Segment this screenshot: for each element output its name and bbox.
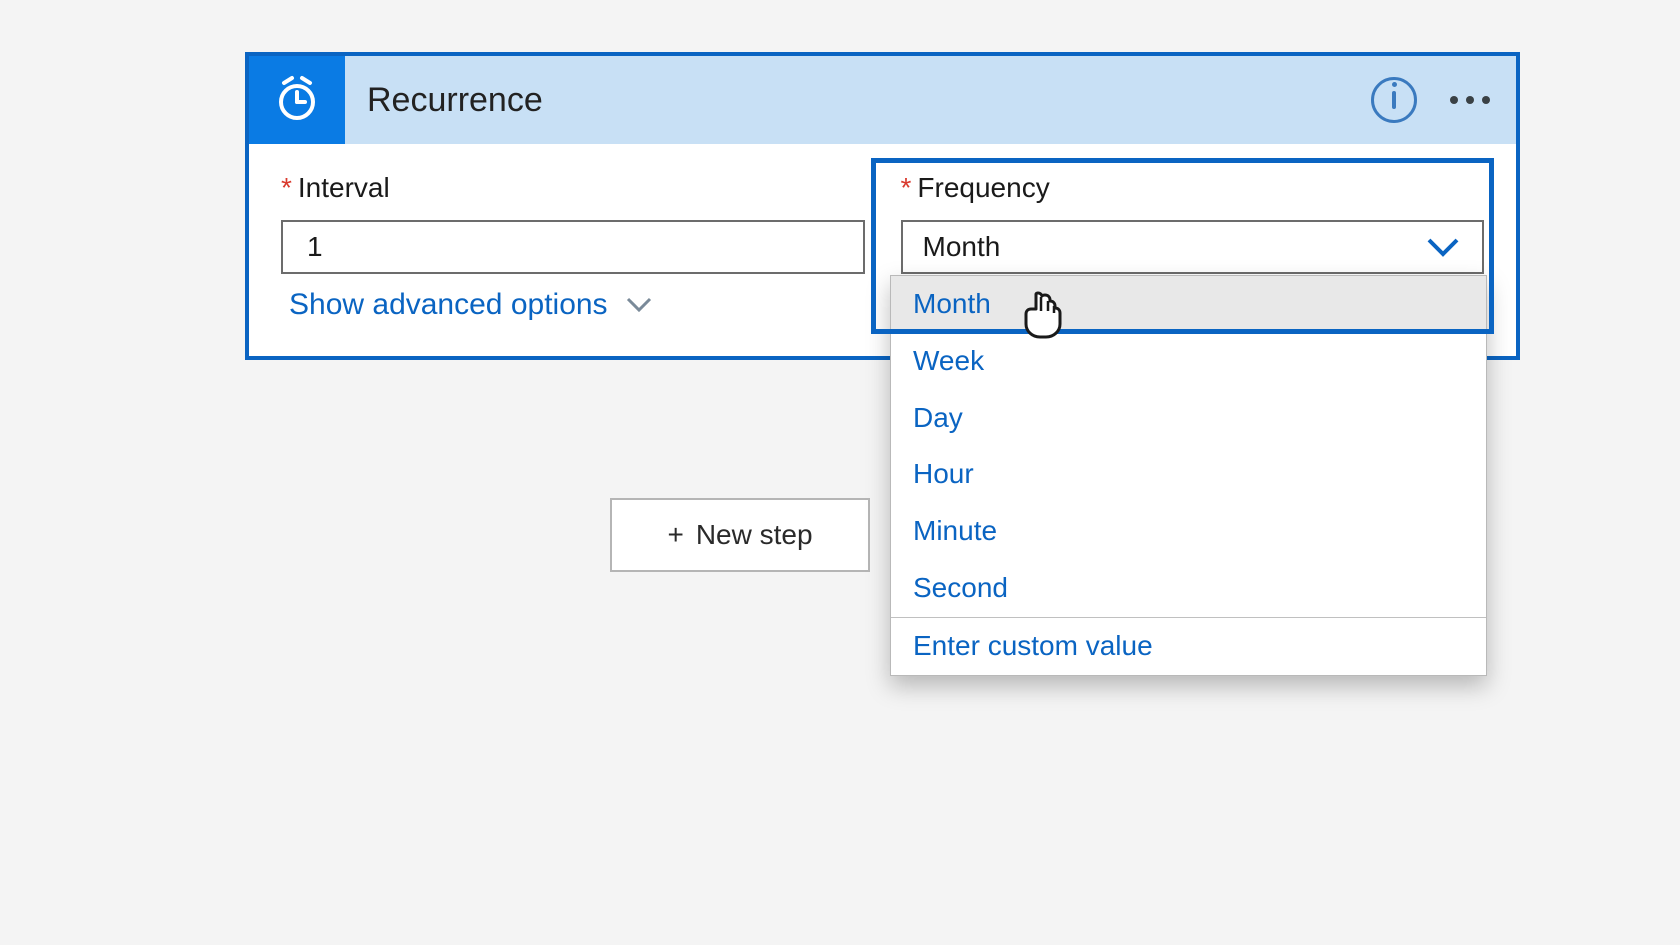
- info-icon: [1371, 77, 1417, 123]
- frequency-option-day[interactable]: Day: [891, 390, 1486, 447]
- frequency-options-list: Month Week Day Hour Minute Second Enter …: [890, 275, 1487, 676]
- card-header: Recurrence: [249, 56, 1516, 144]
- new-step-label: New step: [696, 519, 813, 551]
- info-button[interactable]: [1364, 70, 1424, 130]
- interval-label: *Interval: [281, 172, 865, 204]
- new-step-button[interactable]: + New step: [610, 498, 870, 572]
- frequency-option-hour[interactable]: Hour: [891, 446, 1486, 503]
- more-icon: [1450, 96, 1490, 104]
- frequency-option-custom[interactable]: Enter custom value: [891, 617, 1486, 675]
- frequency-dropdown[interactable]: Month: [901, 220, 1485, 274]
- show-advanced-options[interactable]: Show advanced options: [289, 288, 652, 322]
- interval-field: *Interval Show advanced options: [281, 172, 865, 330]
- chevron-down-icon: [626, 296, 652, 314]
- clock-icon: [249, 56, 345, 144]
- plus-icon: +: [667, 519, 683, 551]
- interval-input[interactable]: [281, 220, 865, 274]
- chevron-down-icon: [1426, 236, 1460, 258]
- frequency-label: *Frequency: [901, 172, 1485, 204]
- frequency-option-minute[interactable]: Minute: [891, 503, 1486, 560]
- frequency-option-week[interactable]: Week: [891, 333, 1486, 390]
- frequency-option-month[interactable]: Month: [891, 276, 1486, 333]
- more-button[interactable]: [1440, 70, 1500, 130]
- advanced-row: Show advanced options: [281, 274, 865, 330]
- frequency-value: Month: [903, 231, 1427, 263]
- advanced-label: Show advanced options: [289, 288, 608, 322]
- card-title: Recurrence: [345, 81, 1364, 120]
- frequency-option-second[interactable]: Second: [891, 560, 1486, 617]
